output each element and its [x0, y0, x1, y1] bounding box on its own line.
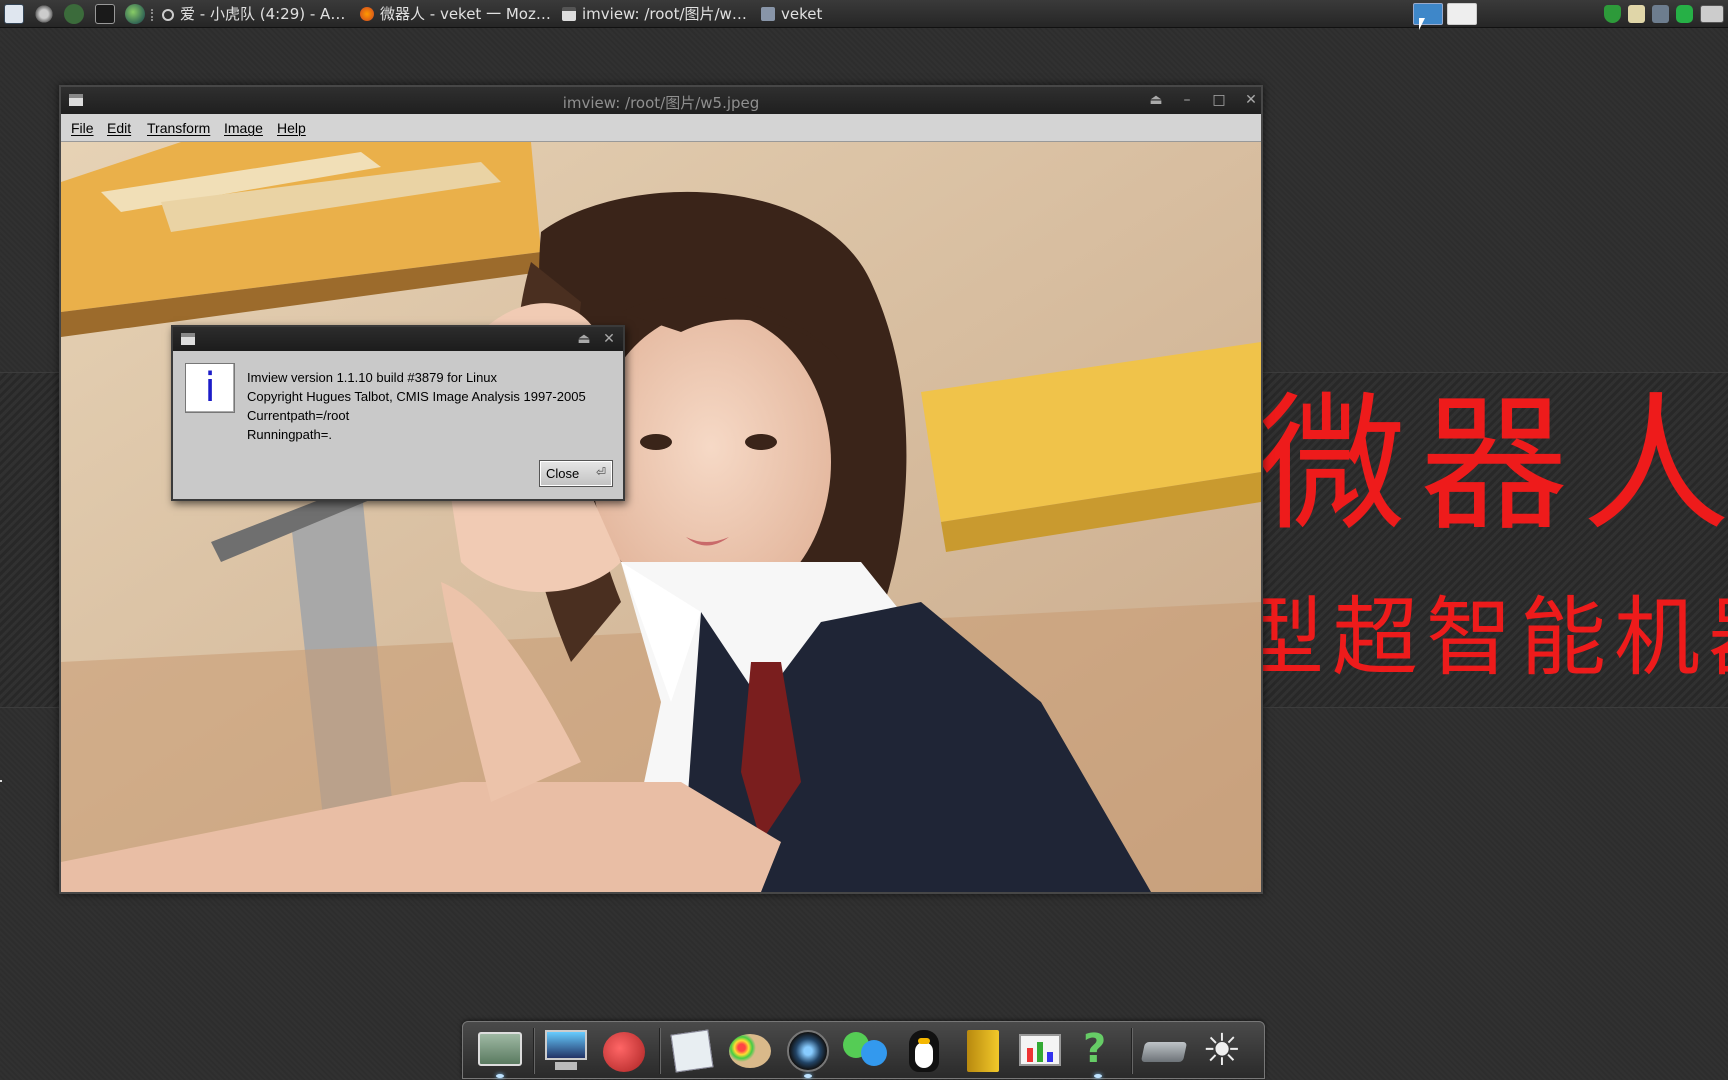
banner-subtitle: 型超智能机器 — [1238, 588, 1728, 688]
media-player-icon[interactable] — [783, 1026, 833, 1078]
menu-image[interactable]: Image — [224, 120, 263, 136]
keyboard-icon[interactable] — [1700, 5, 1724, 23]
enter-key-icon: ⏎ — [595, 465, 606, 479]
dock-separator — [533, 1028, 535, 1074]
shield-icon[interactable] — [1604, 5, 1621, 23]
currentpath-text: Currentpath=/root — [247, 408, 350, 423]
menubar: File Edit Transform Image Help — [61, 114, 1261, 142]
monitor-icon[interactable] — [541, 1026, 591, 1076]
image-canvas[interactable] — [61, 142, 1261, 892]
minimize-icon[interactable]: – — [1179, 92, 1195, 108]
photo-image — [61, 142, 1261, 892]
system-monitor-icon[interactable] — [4, 4, 24, 24]
paint-palette-icon[interactable] — [725, 1026, 775, 1076]
version-text: Imview version 1.1.10 build #3879 for Li… — [247, 370, 498, 385]
notebook-icon[interactable] — [957, 1026, 1007, 1076]
task-label: 微器人 - veket 一 Moz… — [380, 5, 551, 23]
clipboard-icon[interactable] — [1628, 5, 1645, 23]
close-button-label: Close — [546, 466, 580, 481]
window-menu-icon[interactable] — [181, 333, 195, 345]
menu-file[interactable]: File — [71, 120, 94, 136]
runningpath-text: Runningpath=. — [247, 427, 332, 442]
dock: ? ☀ — [462, 1021, 1265, 1079]
close-button[interactable]: Close ⏎ — [539, 460, 613, 487]
pig-mascot-icon[interactable] — [599, 1026, 649, 1076]
help-question-icon[interactable]: ? — [1073, 1026, 1123, 1078]
close-icon[interactable]: ✕ — [601, 331, 617, 347]
top-panel: 爱 - 小虎队 (4:29) - A… 微器人 - veket 一 Moz… i… — [0, 0, 1728, 30]
text-editor-icon[interactable] — [667, 1026, 717, 1076]
dot-icon — [162, 9, 174, 21]
task-music-player[interactable]: 爱 - 小虎队 (4:29) - A… — [162, 0, 345, 28]
chart-monitor-icon[interactable] — [1015, 1026, 1065, 1076]
dock-separator — [1131, 1028, 1133, 1074]
copyright-text: Copyright Hugues Talbot, CMIS Image Anal… — [247, 389, 586, 404]
task-label: imview: /root/图片/w… — [582, 5, 747, 23]
menu-transform[interactable]: Transform — [147, 120, 210, 136]
workspace-2-button[interactable] — [1447, 3, 1477, 25]
task-label: 爱 - 小虎队 (4:29) - A… — [180, 5, 346, 23]
task-label: veket — [781, 5, 823, 23]
settings-gear-icon[interactable] — [34, 4, 54, 24]
dialog-titlebar[interactable]: ⏏ ✕ — [173, 327, 623, 351]
sun-brightness-icon[interactable]: ☀ — [1197, 1026, 1247, 1076]
menu-edit[interactable]: Edit — [107, 120, 131, 136]
desktop-mouse-cursor — [0, 780, 2, 782]
task-veket-folder[interactable]: veket — [761, 0, 822, 28]
globe-icon[interactable] — [125, 4, 145, 24]
volume-icon[interactable] — [1676, 5, 1693, 23]
maximize-icon[interactable]: □ — [1211, 92, 1227, 108]
workspace-1-button[interactable] — [1413, 3, 1443, 25]
about-dialog: ⏏ ✕ i Imview version 1.1.10 build #3879 … — [171, 325, 625, 501]
file-manager-icon[interactable] — [475, 1026, 525, 1078]
terminal-icon[interactable] — [95, 4, 115, 24]
panel-separator — [151, 9, 153, 21]
task-firefox[interactable]: 微器人 - veket 一 Moz… — [360, 0, 551, 28]
tux-penguin-icon[interactable] — [899, 1026, 949, 1076]
task-imview[interactable]: imview: /root/图片/w… — [562, 0, 747, 28]
menu-help[interactable]: Help — [277, 120, 306, 136]
shade-icon[interactable]: ⏏ — [576, 331, 592, 347]
close-icon[interactable]: ✕ — [1243, 92, 1259, 108]
window-title: imview: /root/图片/w5.jpeg — [562, 94, 760, 112]
run-arrow-icon[interactable] — [64, 4, 84, 24]
shade-icon[interactable]: ⏏ — [1148, 92, 1164, 108]
drive-icon[interactable] — [1139, 1026, 1189, 1076]
network-icon[interactable] — [1652, 5, 1669, 23]
banner-title: 微器人 — [1258, 379, 1728, 551]
mouse-cursor-icon — [1419, 18, 1425, 30]
network-users-icon[interactable] — [841, 1026, 891, 1076]
info-icon: i — [185, 363, 235, 413]
folder-icon — [761, 7, 775, 21]
imview-titlebar[interactable]: imview: /root/图片/w5.jpeg ⏏ – □ ✕ — [61, 87, 1261, 114]
firefox-icon — [360, 7, 374, 21]
dock-separator — [659, 1028, 661, 1074]
window-icon — [562, 7, 576, 21]
